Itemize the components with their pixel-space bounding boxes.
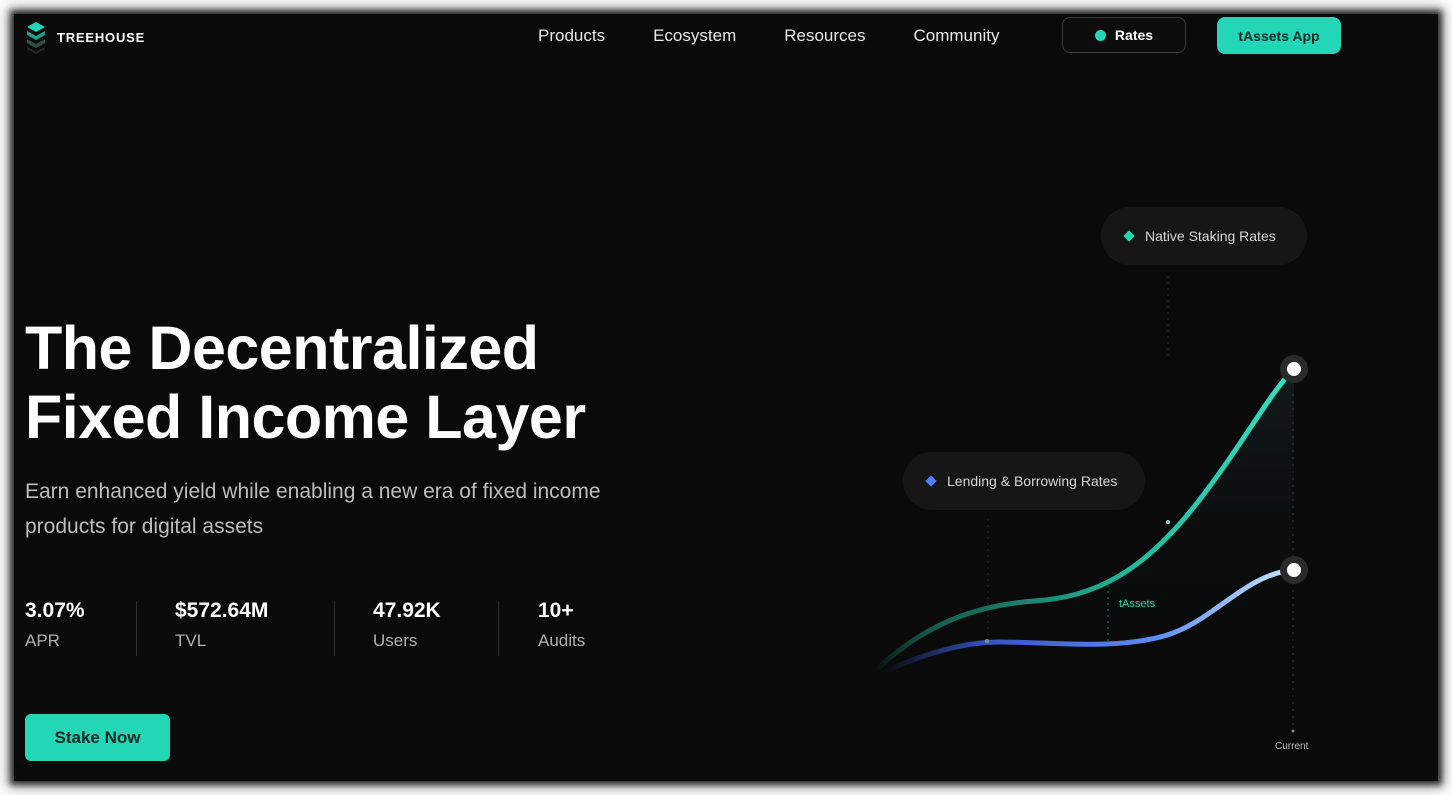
stat-label: Users	[373, 631, 418, 650]
stat-value: $572.64M	[175, 599, 269, 622]
hero-subtitle: Earn enhanced yield while enabling a new…	[25, 480, 601, 538]
page: TREEHOUSE Products Ecosystem Resources C…	[14, 14, 1438, 781]
headline-line-2: Fixed Income Layer	[25, 383, 586, 451]
chart-point	[985, 639, 989, 643]
stat-label: TVL	[175, 631, 207, 650]
native-staking-label: Native Staking Rates	[1145, 228, 1276, 244]
tassets-app-button[interactable]: tAssets App	[1217, 17, 1341, 54]
chart-point	[1166, 520, 1170, 524]
lending-rate-line	[883, 567, 1297, 674]
tassets-label: tAssets	[1119, 598, 1156, 610]
stat-users: 47.92K Users	[373, 599, 441, 651]
stat-tvl: $572.64M TVL	[175, 599, 268, 651]
chart-point	[1291, 729, 1295, 733]
rates-label: Rates	[1114, 27, 1154, 43]
stat-divider	[498, 601, 499, 656]
native-area	[874, 369, 1294, 674]
native-end-point	[1287, 362, 1301, 376]
status-dot-icon	[1094, 29, 1106, 41]
logo[interactable]: TREEHOUSE	[25, 20, 145, 54]
lending-end-point	[1287, 563, 1301, 577]
stat-audits: 10+ Audits	[538, 599, 585, 651]
lending-borrowing-legend: Lending & Borrowing Rates	[903, 452, 1145, 510]
brand-name: TREEHOUSE	[57, 29, 146, 45]
native-staking-line	[871, 366, 1297, 675]
stat-divider	[334, 601, 335, 656]
stat-divider	[136, 601, 137, 656]
main-nav: Products Ecosystem Resources Community	[538, 26, 999, 46]
stat-value: 47.92K	[373, 599, 441, 622]
stake-now-button[interactable]: Stake Now	[25, 714, 170, 761]
stat-label: Audits	[538, 631, 586, 650]
nav-resources[interactable]: Resources	[784, 26, 865, 46]
blue-diamond-icon	[925, 475, 937, 487]
lending-end-halo	[1280, 556, 1308, 584]
stat-value: 10+	[538, 599, 574, 622]
nav-ecosystem[interactable]: Ecosystem	[653, 26, 736, 46]
current-label: Current	[1275, 741, 1309, 752]
stat-label: APR	[25, 631, 60, 650]
teal-diamond-icon	[1123, 230, 1135, 242]
native-end-halo	[1280, 355, 1308, 383]
nav-products[interactable]: Products	[538, 26, 605, 46]
treehouse-logo-icon	[27, 22, 45, 54]
rates-button[interactable]: Rates	[1062, 17, 1186, 53]
native-staking-legend: Native Staking Rates	[1101, 207, 1307, 265]
headline-line-1: The Decentralized	[25, 314, 539, 382]
stat-value: 3.07%	[25, 599, 85, 622]
lending-borrowing-label: Lending & Borrowing Rates	[947, 473, 1118, 489]
nav-community[interactable]: Community	[914, 26, 1000, 46]
page-title: The Decentralized Fixed Income Layer	[25, 314, 586, 452]
stat-apr: 3.07% APR	[25, 599, 85, 651]
